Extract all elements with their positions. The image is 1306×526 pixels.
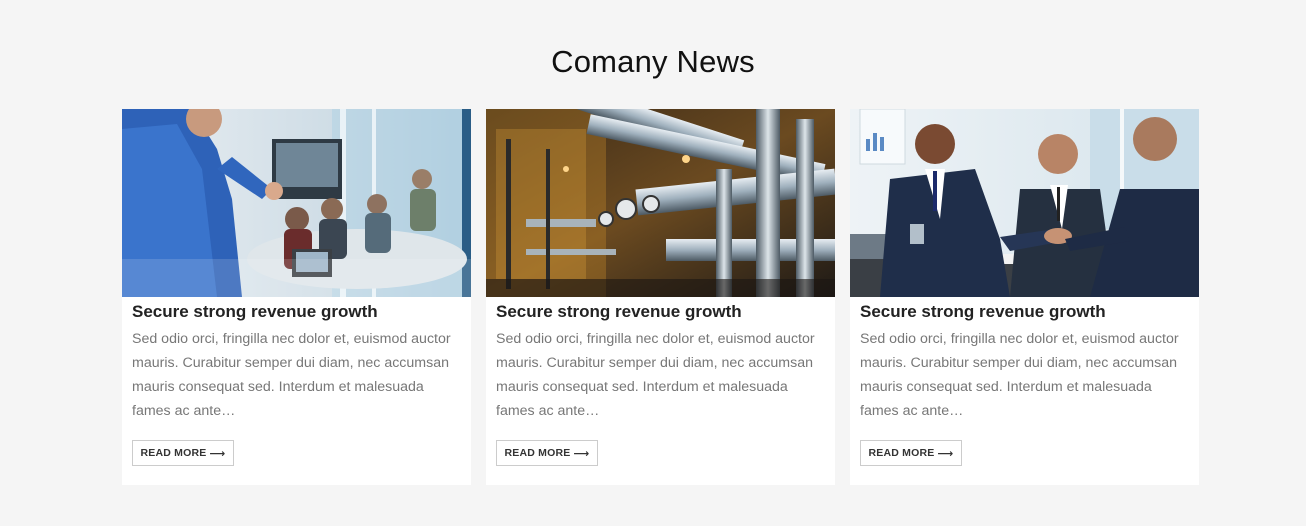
news-card: Secure strong revenue growth Sed odio or… (122, 109, 471, 485)
arrow-right-icon: ⟶ (937, 447, 954, 460)
arrow-right-icon: ⟶ (209, 447, 226, 460)
business-handshake-photo[interactable] (850, 109, 1199, 297)
company-news-section: Comany News Secure strong revenue growth… (0, 0, 1306, 526)
news-card: Secure strong revenue growth Sed odio or… (486, 109, 835, 485)
presentation-meeting-photo[interactable] (122, 109, 471, 297)
card-excerpt: Sed odio orci, fringilla nec dolor et, e… (496, 331, 815, 419)
read-more-button[interactable]: READ MORE ⟶ (132, 440, 234, 466)
read-more-button[interactable]: READ MORE ⟶ (496, 440, 598, 466)
read-more-label: READ MORE (868, 447, 935, 459)
card-title[interactable]: Secure strong revenue growth (860, 301, 1189, 322)
read-more-label: READ MORE (140, 447, 207, 459)
card-excerpt: Sed odio orci, fringilla nec dolor et, e… (860, 331, 1179, 419)
card-excerpt: Sed odio orci, fringilla nec dolor et, e… (132, 331, 451, 419)
news-card-list: Secure strong revenue growth Sed odio or… (122, 109, 1199, 485)
card-title[interactable]: Secure strong revenue growth (132, 301, 461, 322)
industrial-pipes-photo[interactable] (486, 109, 835, 297)
card-title[interactable]: Secure strong revenue growth (496, 301, 825, 322)
read-more-button[interactable]: READ MORE ⟶ (860, 440, 962, 466)
read-more-label: READ MORE (504, 447, 571, 459)
news-card: Secure strong revenue growth Sed odio or… (850, 109, 1199, 485)
arrow-right-icon: ⟶ (573, 447, 590, 460)
section-title: Comany News (551, 44, 755, 79)
